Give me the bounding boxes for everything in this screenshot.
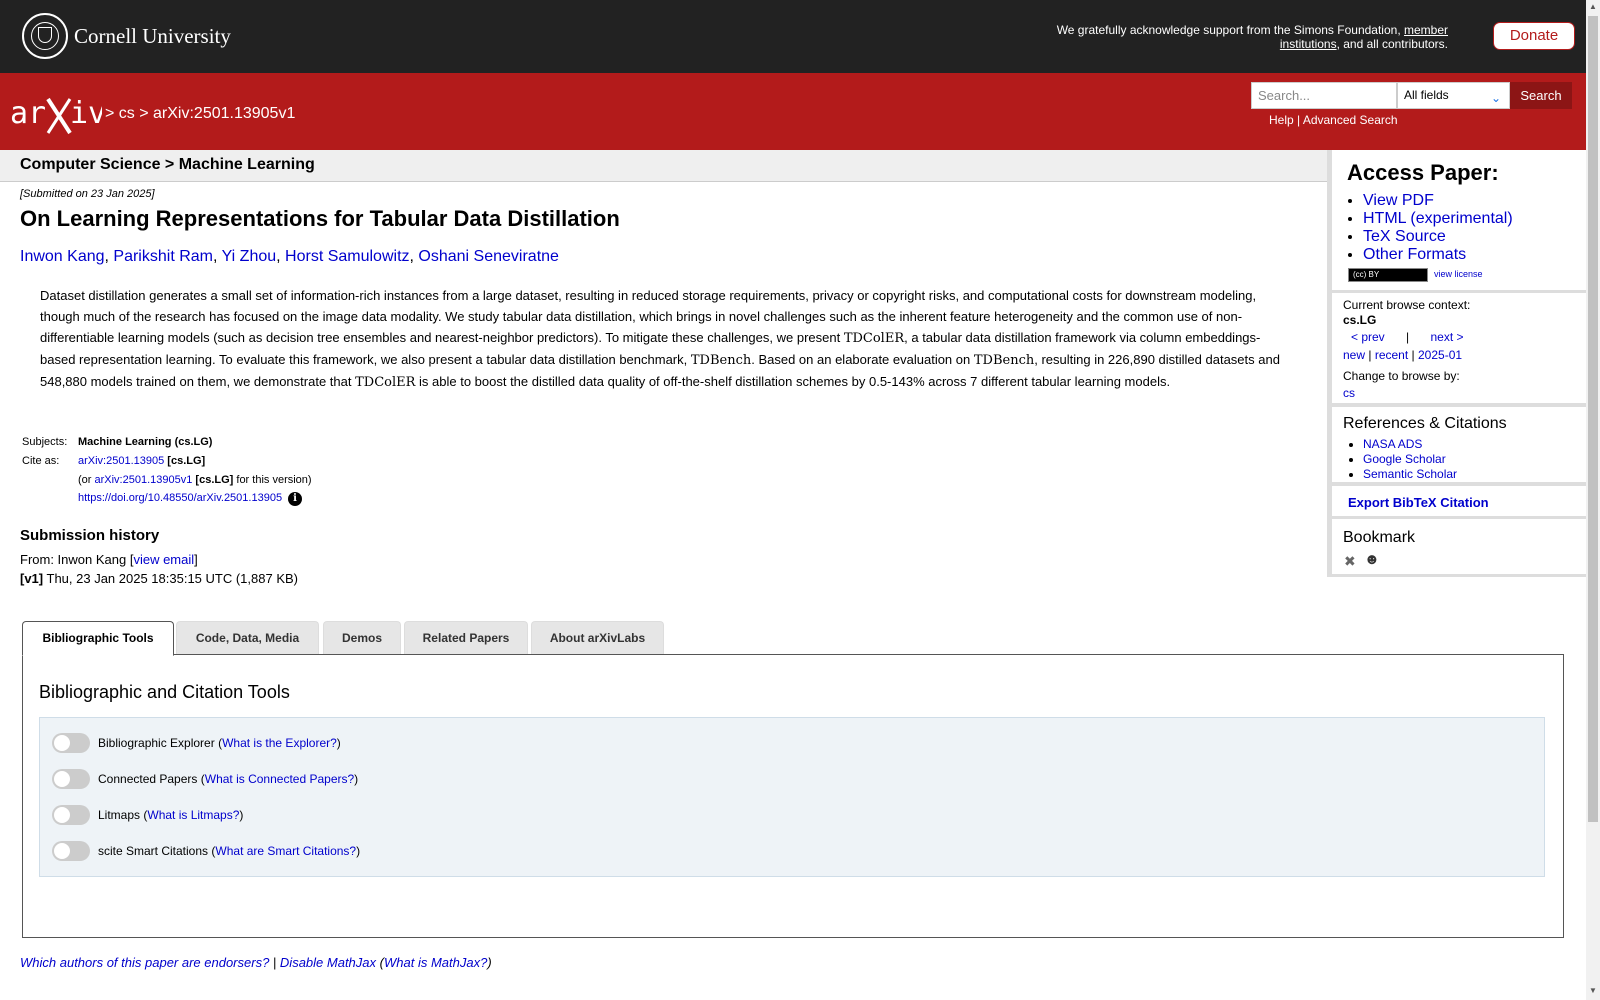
reddit-icon[interactable]: ☻ [1364, 551, 1380, 568]
author-link[interactable]: Yi Zhou [222, 248, 277, 265]
breadcrumb[interactable]: > cs > arXiv:2501.13905v1 [105, 105, 295, 123]
submission-history-title: Submission history [20, 527, 160, 544]
browse-context-label: Current browse context: [1343, 298, 1471, 312]
view-license-link[interactable]: view license [1434, 269, 1483, 279]
version-cite: (or arXiv:2501.13905v1 [cs.LG] for this … [78, 474, 312, 486]
help-link[interactable]: Help [1269, 113, 1294, 127]
right-sidebar: Access Paper: View PDF HTML (experimenta… [1327, 150, 1586, 577]
semantic-scholar-link[interactable]: Semantic Scholar [1363, 467, 1457, 481]
what-is-explorer-link[interactable]: What is the Explorer? [222, 736, 337, 750]
page-scrollbar[interactable]: ▲ ▼ [1586, 0, 1600, 1000]
other-formats-link[interactable]: Other Formats [1363, 246, 1466, 263]
html-link[interactable]: HTML (experimental) [1363, 210, 1513, 227]
access-paper-title: Access Paper: [1347, 160, 1499, 185]
new-link[interactable]: new [1343, 348, 1365, 362]
view-pdf-link[interactable]: View PDF [1363, 192, 1434, 209]
arxiv-header: ar iv > cs > arXiv:2501.13905v1 All fiel… [0, 73, 1586, 150]
cite-label: Cite as: [22, 455, 60, 467]
tex-source-link[interactable]: TeX Source [1363, 228, 1446, 245]
what-is-connected-papers-link[interactable]: What is Connected Papers? [205, 772, 354, 786]
change-browse-label: Change to browse by: [1343, 369, 1460, 383]
references-title: References & Citations [1343, 415, 1507, 432]
author-link[interactable]: Parikshit Ram [113, 248, 213, 265]
tab-about-arxivlabs[interactable]: About arXivLabs [531, 621, 664, 655]
svg-text:ar: ar [10, 96, 46, 131]
author-link[interactable]: Inwon Kang [20, 248, 105, 265]
doi-link[interactable]: https://doi.org/10.48550/arXiv.2501.1390… [78, 492, 282, 504]
version-label[interactable]: [v1] [20, 571, 43, 586]
cite-value: arXiv:2501.13905 [cs.LG] [78, 455, 206, 467]
doi-row: https://doi.org/10.48550/arXiv.2501.1390… [78, 492, 303, 506]
svg-text:iv: iv [70, 96, 102, 131]
tab-bibliographic-tools[interactable]: Bibliographic Tools [22, 621, 174, 656]
prev-next-row: < prev | next > [1351, 330, 1464, 344]
tab-code-data-media[interactable]: Code, Data, Media [176, 621, 319, 655]
what-are-smart-citations-link[interactable]: What are Smart Citations? [215, 844, 356, 858]
tab-panel: Bibliographic and Citation Tools Bibliog… [22, 654, 1564, 938]
chevron-down-icon: ⌄ [1490, 91, 1501, 105]
cite-id-link[interactable]: arXiv:2501.13905 [78, 455, 164, 467]
submitted-date: [Submitted on 23 Jan 2025] [20, 188, 155, 200]
litmaps-toggle[interactable] [52, 805, 90, 825]
prev-link[interactable]: < prev [1351, 330, 1385, 344]
bibsonomy-icon[interactable]: ✖ [1344, 553, 1356, 570]
browse-list-links: new | recent | 2025-01 [1343, 348, 1463, 362]
cornell-header: Cornell University We gratefully acknowl… [0, 0, 1586, 73]
search-input[interactable] [1251, 82, 1397, 109]
search-button[interactable]: Search [1510, 82, 1572, 109]
cornell-wordmark[interactable]: Cornell University [74, 24, 231, 49]
nasa-ads-link[interactable]: NASA ADS [1363, 437, 1422, 451]
month-link[interactable]: 2025-01 [1418, 348, 1462, 362]
footer-links: Which authors of this paper are endorser… [20, 955, 492, 970]
next-link[interactable]: next > [1431, 330, 1464, 344]
submitter-line: From: Inwon Kang [view email] [20, 552, 198, 567]
arxiv-logo-icon[interactable]: ar iv [10, 93, 102, 135]
recent-link[interactable]: recent [1375, 348, 1408, 362]
scite-toggle[interactable] [52, 841, 90, 861]
scroll-down-icon[interactable]: ▼ [1589, 986, 1597, 995]
explorer-toggle[interactable] [52, 733, 90, 753]
what-is-litmaps-link[interactable]: What is Litmaps? [147, 808, 239, 822]
export-bibtex-link[interactable]: Export BibTeX Citation [1348, 495, 1489, 510]
export-box: Export BibTeX Citation [1332, 486, 1586, 516]
tab-demos[interactable]: Demos [323, 621, 401, 655]
tools-list: Bibliographic Explorer (What is the Expl… [39, 717, 1545, 877]
subject-breadcrumb: Computer Science > Machine Learning [20, 156, 315, 173]
author-link[interactable]: Oshani Seneviratne [418, 248, 559, 265]
paper-title: On Learning Representations for Tabular … [20, 206, 620, 231]
subjects-label: Subjects: [22, 436, 68, 448]
version-history-item: [v1] Thu, 23 Jan 2025 18:35:15 UTC (1,88… [20, 571, 298, 586]
version-id-link[interactable]: arXiv:2501.13905v1 [95, 474, 193, 486]
view-email-link[interactable]: view email [133, 552, 194, 567]
donate-button[interactable]: Donate [1493, 22, 1575, 50]
subject-header: Computer Science > Machine Learning [0, 150, 1327, 182]
endorsers-link[interactable]: Which authors of this paper are endorser… [20, 955, 269, 970]
browse-context-value: cs.LG [1343, 313, 1377, 327]
disable-mathjax-link[interactable]: Disable MathJax [280, 955, 376, 970]
subjects-value: Machine Learning (cs.LG) [78, 436, 213, 448]
browse-cs-link[interactable]: cs [1343, 386, 1355, 400]
cc-license-icon[interactable]: (cc) BY [1348, 268, 1428, 282]
panel-title: Bibliographic and Citation Tools [39, 682, 290, 702]
support-acknowledgement: We gratefully acknowledge support from t… [1056, 23, 1448, 51]
tab-related-papers[interactable]: Related Papers [404, 621, 528, 655]
abstract: Dataset distillation generates a small s… [40, 288, 1280, 390]
scrollbar-thumb[interactable] [1588, 16, 1598, 822]
search-help-links: Help | Advanced Search [1269, 113, 1398, 127]
bookmark-title: Bookmark [1343, 529, 1416, 546]
author-list: Inwon Kang, Parikshit Ram, Yi Zhou, Hors… [20, 248, 559, 265]
info-icon[interactable]: i [288, 492, 303, 506]
browse-context-box: Current browse context: cs.LG < prev | n… [1332, 293, 1586, 403]
connected-papers-toggle[interactable] [52, 769, 90, 789]
bookmark-box: Bookmark ✖ ☻ [1332, 519, 1586, 574]
search-field-select[interactable]: All fields ⌄ [1397, 82, 1510, 109]
cornell-seal-icon[interactable] [22, 13, 68, 59]
references-box: References & Citations NASA ADS Google S… [1332, 407, 1586, 482]
access-paper-box: Access Paper: View PDF HTML (experimenta… [1332, 150, 1586, 290]
what-is-mathjax-link[interactable]: What is MathJax? [384, 955, 487, 970]
author-link[interactable]: Horst Samulowitz [285, 248, 409, 265]
advanced-search-link[interactable]: Advanced Search [1303, 113, 1398, 127]
scroll-up-icon[interactable]: ▲ [1589, 2, 1597, 11]
google-scholar-link[interactable]: Google Scholar [1363, 452, 1446, 466]
